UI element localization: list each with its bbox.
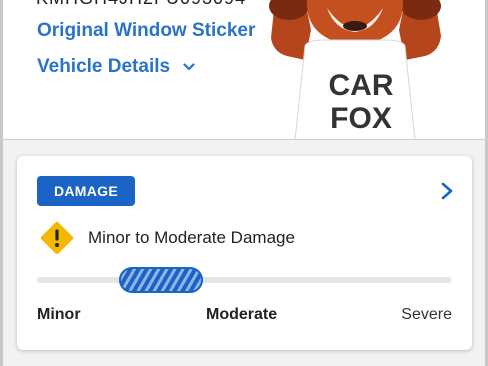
scale-label-minor: Minor	[37, 306, 81, 323]
vehicle-header: KMHGH4JH2FU093094 Original Window Sticke…	[0, 0, 488, 140]
chevron-right-icon[interactable]	[440, 182, 454, 200]
chevron-down-icon	[183, 63, 195, 71]
damage-scale-track	[37, 277, 452, 283]
damage-scale-indicator	[119, 267, 203, 293]
damage-badge: DAMAGE	[37, 176, 135, 206]
vin-text: KMHGH4JH2FU093094	[36, 0, 246, 9]
mascot-shirt-line1: CAR	[329, 69, 394, 102]
warning-diamond-icon	[40, 221, 74, 255]
damage-summary: Minor to Moderate Damage	[88, 228, 295, 247]
scale-label-severe: Severe	[401, 306, 452, 323]
window-sticker-label: Original Window Sticker	[37, 20, 256, 41]
scale-label-moderate: Moderate	[206, 306, 278, 323]
carfox-mascot: CAR FOX	[269, 0, 441, 140]
mascot-shirt-line2: FOX	[330, 102, 392, 135]
vehicle-details-label: Vehicle Details	[37, 56, 171, 77]
vehicle-details-link[interactable]: Vehicle Details	[37, 56, 195, 78]
section-divider	[0, 139, 488, 140]
window-sticker-link[interactable]: Original Window Sticker	[37, 20, 255, 42]
damage-card[interactable]: DAMAGE Minor to Moderate Damage Minor Mo…	[17, 156, 472, 350]
